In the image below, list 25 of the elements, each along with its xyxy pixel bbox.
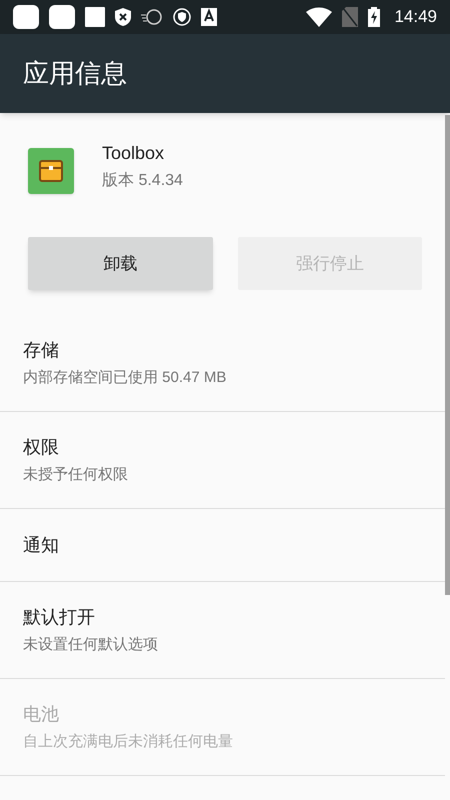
item-title: 存储 [23, 338, 60, 362]
action-button[interactable]: 卸载 [28, 237, 212, 290]
app-name: Toolbox [102, 142, 166, 165]
item-summary: 内部存储空间已使用 50.47 MB [23, 368, 228, 388]
clock: 14:49 [394, 6, 437, 28]
item-summary: 未设置任何默认选项 [23, 634, 159, 655]
no-sim-icon [342, 7, 358, 27]
notification-icon [13, 5, 39, 29]
item-title: 通知 [23, 534, 60, 556]
item-summary: 未授予任何权限 [23, 464, 129, 485]
item-title: 权限 [23, 436, 60, 459]
wifi-icon [306, 7, 332, 27]
settings-item[interactable]: 默认打开 未设置任何默认选项 [0, 582, 445, 679]
toolbar-title: 应用信息 [23, 57, 127, 90]
app-version: 版本 5.4.34 [102, 170, 183, 191]
item-title: 电池 [23, 702, 60, 726]
battery-charging-icon [368, 7, 380, 27]
item-summary: 自上次充满电后未消耗任何电量 [23, 732, 234, 752]
keyboard-icon [201, 8, 217, 26]
notification-icon [85, 7, 105, 27]
item-title: 默认打开 [23, 606, 96, 629]
chest-icon [39, 160, 63, 182]
notification-icon [49, 5, 75, 29]
shield-icon [115, 8, 131, 26]
shield-icon [173, 8, 191, 26]
